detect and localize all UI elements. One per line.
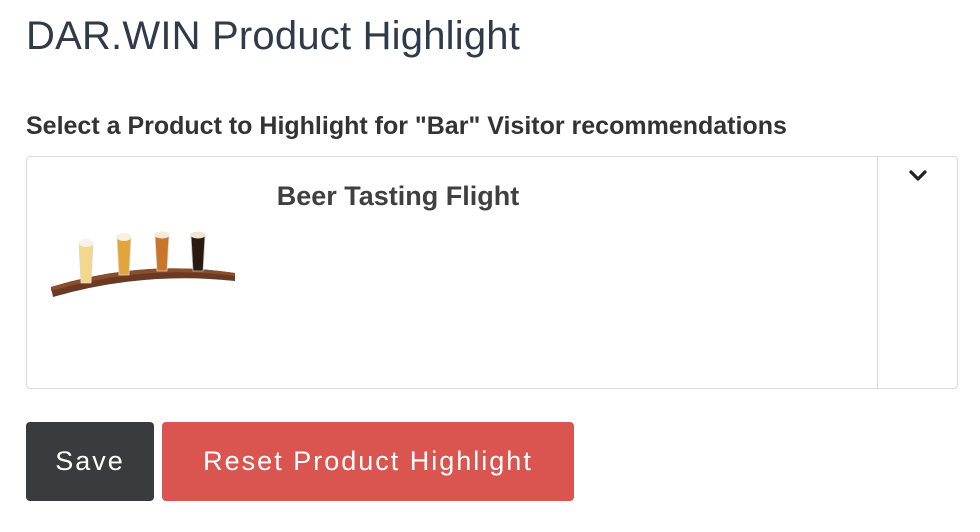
product-highlight-select[interactable]: Beer Tasting Flight: [26, 156, 958, 389]
selected-product-name: Beer Tasting Flight: [276, 181, 520, 211]
product-select-label: Select a Product to Highlight for "Bar" …: [26, 112, 787, 140]
reset-product-highlight-button[interactable]: Reset Product Highlight: [162, 422, 574, 501]
dropdown-toggle[interactable]: [877, 157, 957, 388]
page-title: DAR.WIN Product Highlight: [26, 14, 521, 58]
beer-tasting-flight-image: [51, 231, 235, 297]
selected-product-option[interactable]: Beer Tasting Flight: [27, 157, 879, 388]
save-button[interactable]: Save: [26, 422, 154, 501]
chevron-down-icon: [909, 170, 927, 181]
